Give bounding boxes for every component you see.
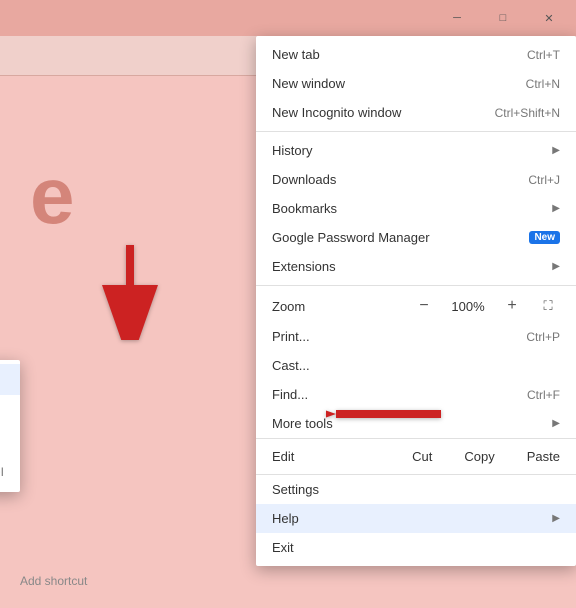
edit-label: Edit [256, 443, 396, 470]
zoom-controls: − 100% + ⛶ [412, 294, 560, 318]
zoom-value: 100% [448, 299, 488, 314]
chrome-menu: New tab Ctrl+T New window Ctrl+N New Inc… [256, 36, 576, 566]
help-submenu: About Google Chrome What's New Help cent… [0, 360, 20, 492]
submenu-item-whats-new[interactable]: What's New [0, 395, 20, 426]
menu-item-new-window[interactable]: New window Ctrl+N [256, 69, 576, 98]
submenu-item-about[interactable]: About Google Chrome [0, 364, 20, 395]
menu-item-extensions[interactable]: Extensions ▶ [256, 252, 576, 281]
zoom-label: Zoom [272, 299, 412, 314]
minimize-button[interactable]: ─ [434, 0, 480, 36]
separator-2 [256, 285, 576, 286]
menu-item-help[interactable]: Help ▶ [256, 504, 576, 533]
menu-item-bookmarks[interactable]: Bookmarks ▶ [256, 194, 576, 223]
menu-item-incognito[interactable]: New Incognito window Ctrl+Shift+N [256, 98, 576, 127]
new-badge: New [529, 231, 560, 244]
menu-item-print[interactable]: Print... Ctrl+P [256, 322, 576, 351]
menu-item-settings[interactable]: Settings [256, 475, 576, 504]
copy-button[interactable]: Copy [448, 443, 510, 470]
maximize-button[interactable]: □ [480, 0, 526, 36]
titlebar: ─ □ ✕ [0, 0, 576, 36]
add-shortcut-label: Add shortcut [20, 574, 87, 588]
brand-letter: e [30, 156, 75, 236]
submenu-item-report-issue[interactable]: Report an issue... Alt+Shift+I [0, 457, 20, 488]
paste-button[interactable]: Paste [511, 443, 576, 470]
report-shortcut: Alt+Shift+I [0, 465, 4, 479]
zoom-in-button[interactable]: + [500, 294, 524, 318]
menu-item-downloads[interactable]: Downloads Ctrl+J [256, 165, 576, 194]
submenu-item-help-center[interactable]: Help center [0, 426, 20, 457]
zoom-row: Zoom − 100% + ⛶ [256, 290, 576, 322]
zoom-fullscreen-button[interactable]: ⛶ [536, 294, 560, 318]
edit-actions: Cut Copy Paste [396, 443, 576, 470]
arrow-down-indicator [100, 240, 160, 343]
menu-item-password-manager[interactable]: Google Password Manager New [256, 223, 576, 252]
close-button[interactable]: ✕ [526, 0, 572, 36]
menu-item-exit[interactable]: Exit [256, 533, 576, 562]
menu-item-new-tab[interactable]: New tab Ctrl+T [256, 40, 576, 69]
menu-item-history[interactable]: History ▶ [256, 136, 576, 165]
separator-1 [256, 131, 576, 132]
edit-row: Edit Cut Copy Paste [256, 438, 576, 475]
arrow-left-indicator [326, 394, 446, 437]
menu-item-cast[interactable]: Cast... [256, 351, 576, 380]
cut-button[interactable]: Cut [396, 443, 448, 470]
zoom-out-button[interactable]: − [412, 294, 436, 318]
